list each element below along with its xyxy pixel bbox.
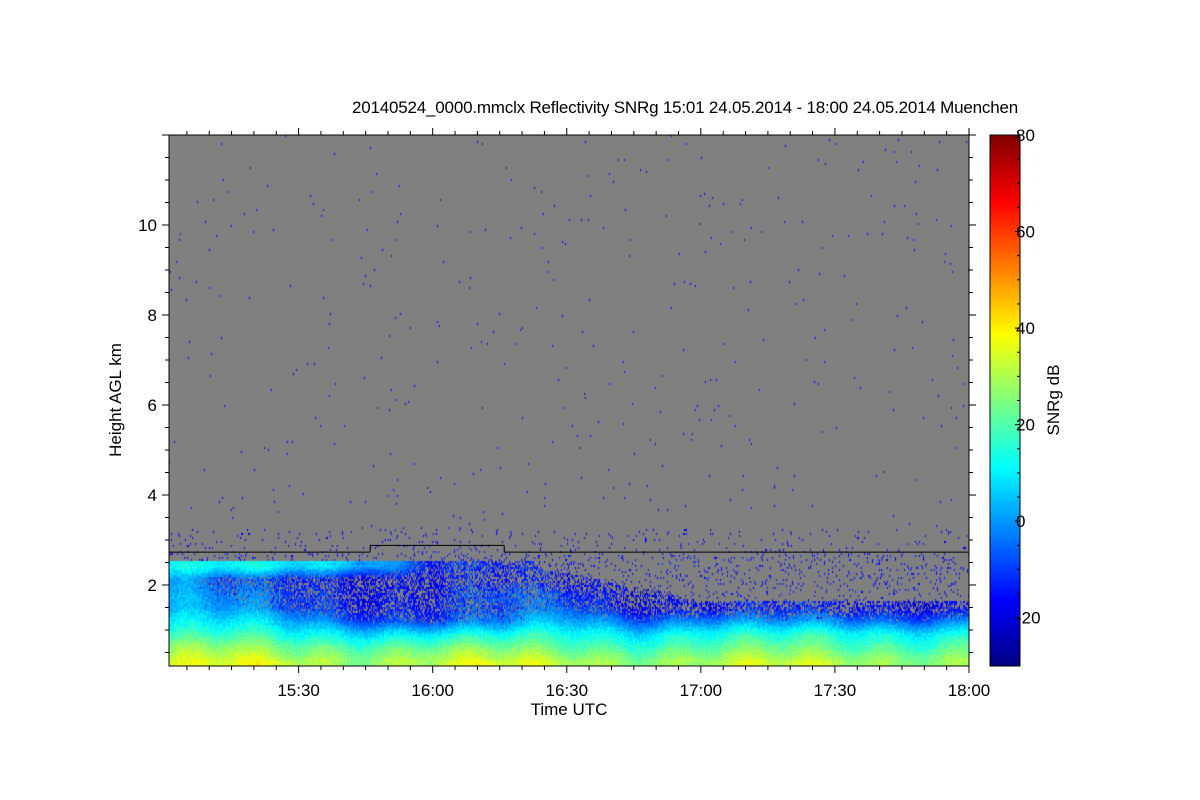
x-tick-label: 16:00 (411, 681, 454, 700)
y-tick-label: 2 (148, 576, 157, 595)
y-tick-label: 8 (148, 306, 157, 325)
plot-frame (168, 134, 970, 667)
colorbar-frame (989, 134, 1021, 667)
y-tick-label: 10 (138, 216, 157, 235)
colorbar-tick-label: 40 (1016, 319, 1035, 338)
axes: 15:30 16:00 16:30 17:00 17:30 18:00 2 4 6 8 10 -20 0… (106, 126, 1063, 719)
y-tick-label: 4 (148, 486, 157, 505)
colorbar-tick-label: 80 (1016, 126, 1035, 145)
x-axis-label: Time UTC (531, 700, 608, 719)
colorbar-tick-label: 0 (1016, 512, 1025, 531)
colorbar-tick-label: 20 (1016, 416, 1035, 435)
x-tick-label: 17:30 (814, 681, 857, 700)
x-tick-label: 18:00 (948, 681, 991, 700)
y-tick-label: 6 (148, 396, 157, 415)
y-axis-label: Height AGL km (106, 343, 125, 457)
x-tick-label: 17:00 (680, 681, 723, 700)
colorbar-tick-label: 60 (1016, 223, 1035, 242)
x-tick-label: 15:30 (277, 681, 320, 700)
x-tick-label: 16:30 (545, 681, 588, 700)
colorbar-label: SNRg dB (1044, 365, 1063, 436)
colorbar-tick-label: -20 (1016, 609, 1041, 628)
